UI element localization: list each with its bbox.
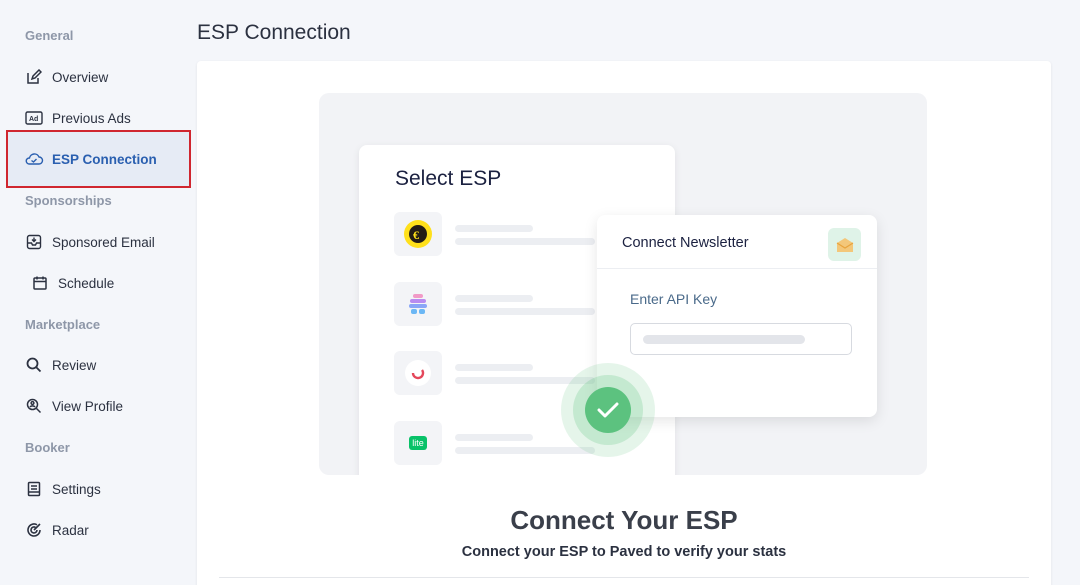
placeholder-line xyxy=(455,225,533,232)
esp-illustration: Select ESP € lite Connect Newsletter Ent… xyxy=(319,93,927,475)
section-sponsorships: Sponsorships xyxy=(25,193,112,208)
connect-subheading: Connect your ESP to Paved to verify your… xyxy=(461,544,787,560)
sidebar-item-label: Overview xyxy=(52,69,109,85)
sidebar-item-previous-ads[interactable]: Ad Previous Ads xyxy=(8,100,189,136)
placeholder-line xyxy=(455,447,595,454)
sidebar-item-label: View Profile xyxy=(52,398,124,414)
placeholder-line xyxy=(455,295,533,302)
cloud-icon xyxy=(24,149,44,169)
beehiiv-logo-icon xyxy=(394,282,442,326)
sponsored-email-icon xyxy=(24,232,44,252)
esp-connection-card: Select ESP € lite Connect Newsletter Ent… xyxy=(197,61,1051,585)
section-general: General xyxy=(25,28,74,43)
sidebar: General Overview Ad Previous Ads ESP Con… xyxy=(0,0,192,585)
sidebar-item-label: Review xyxy=(52,357,97,373)
page-title: ESP Connection xyxy=(197,21,351,44)
settings-icon xyxy=(24,479,44,499)
svg-text:€: € xyxy=(413,228,419,242)
connect-heading: Connect Your ESP xyxy=(510,505,738,535)
connect-newsletter-header: Connect Newsletter xyxy=(597,215,877,269)
sidebar-item-label: Settings xyxy=(52,481,101,497)
ad-icon: Ad xyxy=(24,108,44,128)
search-icon xyxy=(24,355,44,375)
divider xyxy=(219,577,1029,578)
radar-icon xyxy=(24,520,44,540)
placeholder-line xyxy=(455,238,595,245)
sidebar-item-schedule[interactable]: Schedule xyxy=(8,265,189,301)
api-key-label: Enter API Key xyxy=(630,291,718,307)
sidebar-item-label: Radar xyxy=(52,522,89,538)
view-profile-icon xyxy=(24,396,44,416)
sidebar-item-label: Sponsored Email xyxy=(52,234,155,250)
placeholder-line xyxy=(455,364,533,371)
edit-icon xyxy=(24,67,44,87)
placeholder-line xyxy=(455,434,533,441)
sidebar-item-label: Schedule xyxy=(58,275,115,291)
sidebar-item-sponsored-email[interactable]: Sponsored Email xyxy=(8,224,189,260)
section-marketplace: Marketplace xyxy=(25,317,101,332)
mailerlite-lite-badge: lite xyxy=(409,436,427,450)
select-esp-title: Select ESP xyxy=(395,167,502,190)
sidebar-item-settings[interactable]: Settings xyxy=(8,471,189,507)
sidebar-item-label: Previous Ads xyxy=(52,110,131,126)
sidebar-item-radar[interactable]: Radar xyxy=(8,512,189,548)
api-key-field xyxy=(630,323,852,355)
check-icon xyxy=(585,387,631,433)
mailerlite-logo-icon: lite xyxy=(394,421,442,465)
convertkit-logo-icon xyxy=(394,351,442,395)
connect-newsletter-title: Connect Newsletter xyxy=(622,235,749,251)
calendar-icon xyxy=(30,273,50,293)
sidebar-item-view-profile[interactable]: View Profile xyxy=(8,388,189,424)
sidebar-item-review[interactable]: Review xyxy=(8,347,189,383)
sidebar-item-esp-connection[interactable]: ESP Connection xyxy=(6,130,191,188)
svg-text:Ad: Ad xyxy=(29,116,38,123)
sidebar-item-overview[interactable]: Overview xyxy=(8,59,189,95)
mail-icon xyxy=(828,228,861,261)
sidebar-item-label: ESP Connection xyxy=(52,151,157,167)
mailchimp-logo-icon: € xyxy=(394,212,442,256)
section-booker: Booker xyxy=(25,440,70,455)
placeholder-line xyxy=(455,308,595,315)
